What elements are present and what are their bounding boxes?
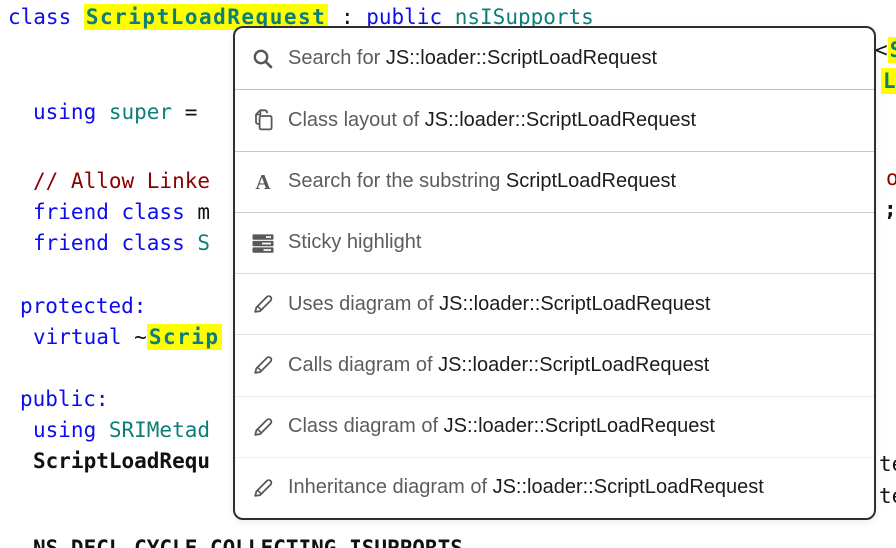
code-line: ; [884,194,896,225]
code-token: super [109,100,172,124]
pen-icon [250,353,276,377]
code-line: virtual ~Scrip [33,322,222,353]
code-line: ScriptLoadRequ [33,446,210,477]
code-line: <S [875,35,896,66]
code-line: public: [20,384,109,415]
code-line: te [879,481,896,512]
pen-icon [250,476,276,500]
menu-item-prefix: Class layout of [288,109,425,131]
code-line: // Allow Linke [33,166,210,197]
code-token: te [879,452,896,476]
menu-item-symbol: JS::loader::ScriptLoadRequest [493,476,764,498]
menu-item-prefix: Calls diagram of [288,354,438,376]
highlighted-symbol[interactable]: Lo [881,68,896,94]
menu-item-prefix: Inheritance diagram of [288,476,493,498]
code-line: o [886,163,896,194]
menu-item-sticky-highlight[interactable]: Sticky highlight [235,212,874,273]
code-token: m [197,200,210,224]
menu-item-class-layout[interactable]: Class layout of JS::loader::ScriptLoadRe… [235,89,874,150]
menu-item-symbol: JS::loader::ScriptLoadRequest [438,354,709,376]
context-menu: Search for JS::loader::ScriptLoadRequest… [233,26,876,520]
highlighted-symbol[interactable]: Scrip [147,324,222,350]
code-line: using SRIMetad [33,415,210,446]
menu-item-label: Sticky highlight [288,231,421,254]
highlighted-symbol[interactable]: S [888,37,896,63]
letter-a-icon: A [250,170,276,194]
code-token: protected: [20,294,146,318]
menu-item-search[interactable]: Search for JS::loader::ScriptLoadRequest [235,28,874,89]
code-line: te [879,449,896,480]
pen-icon [250,415,276,439]
code-token: S [197,231,210,255]
code-token: ScriptLoadRequ [33,449,210,473]
code-token: ~ [134,325,147,349]
code-token: friend class [33,200,197,224]
code-token: SRIMetad [109,418,210,442]
code-line: friend class m [33,197,210,228]
menu-item-label: Inheritance diagram of JS::loader::Scrip… [288,476,764,499]
menu-item-prefix: Uses diagram of [288,293,439,315]
menu-item-symbol: ScriptLoadRequest [506,170,676,192]
menu-item-symbol: JS::loader::ScriptLoadRequest [444,415,715,437]
code-line: Lo [881,66,896,97]
svg-text:A: A [255,170,271,194]
menu-item-label: Uses diagram of JS::loader::ScriptLoadRe… [288,293,710,316]
code-token: = [172,100,210,124]
clone-icon [250,108,276,132]
code-token: o [886,166,896,190]
menu-item-uses-diagram[interactable]: Uses diagram of JS::loader::ScriptLoadRe… [235,273,874,334]
menu-item-class-diagram[interactable]: Class diagram of JS::loader::ScriptLoadR… [235,396,874,457]
code-token: friend class [33,231,197,255]
pen-icon [250,292,276,316]
sticky-highlight-icon [250,231,276,255]
menu-item-prefix: Class diagram of [288,415,444,437]
code-line: protected: [20,291,146,322]
code-token: te [879,484,896,508]
menu-item-symbol: JS::loader::ScriptLoadRequest [439,293,710,315]
code-token: using [33,418,109,442]
menu-item-label: Class layout of JS::loader::ScriptLoadRe… [288,109,696,132]
menu-item-prefix: Search for the substring [288,170,506,192]
menu-item-calls-diagram[interactable]: Calls diagram of JS::loader::ScriptLoadR… [235,334,874,395]
code-token: class [8,5,84,29]
menu-item-substring-search[interactable]: A Search for the substring ScriptLoadRequ… [235,151,874,212]
menu-item-symbol: JS::loader::ScriptLoadRequest [425,109,696,131]
code-token: < [875,38,888,62]
menu-item-label: Calls diagram of JS::loader::ScriptLoadR… [288,354,709,377]
search-icon [250,47,276,71]
menu-item-inheritance-diagram[interactable]: Inheritance diagram of JS::loader::Scrip… [235,457,874,518]
code-line: NS_DECL_CYCLE_COLLECTING_ISUPPORTS [33,533,463,548]
menu-item-label: Search for JS::loader::ScriptLoadRequest [288,47,657,70]
code-token: virtual [33,325,134,349]
menu-item-prefix: Search for [288,47,386,69]
menu-item-symbol: JS::loader::ScriptLoadRequest [386,47,657,69]
code-token: NS_DECL_CYCLE_COLLECTING_ISUPPORTS [33,536,463,548]
code-token: ; [884,197,896,221]
code-token: using [33,100,109,124]
code-line: using super = [33,97,210,128]
menu-item-label: Class diagram of JS::loader::ScriptLoadR… [288,415,715,438]
menu-item-prefix: Sticky highlight [288,231,421,253]
code-token: public: [20,387,109,411]
menu-item-label: Search for the substring ScriptLoadReque… [288,170,676,193]
code-line: friend class S [33,228,210,259]
code-token: // Allow Linke [33,169,210,193]
